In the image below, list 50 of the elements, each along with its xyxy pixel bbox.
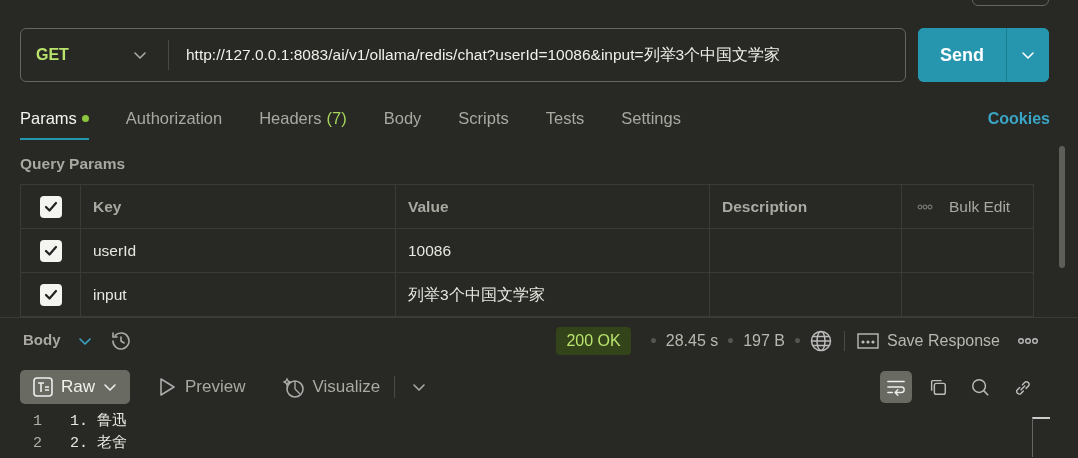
- tab[interactable]: Scripts: [458, 105, 509, 141]
- tab[interactable]: Tests: [545, 105, 585, 141]
- param-key: userId: [93, 241, 137, 259]
- tab[interactable]: Authorization: [125, 105, 223, 141]
- check-icon: [44, 288, 58, 301]
- status-badge: 200 OK: [556, 326, 631, 355]
- caret-icon: [132, 49, 148, 61]
- sparkle-chart-icon: [283, 376, 306, 398]
- url-text: http://127.0.0.1:8083/ai/v1/ollama/redis/chat?userId=10086&input=列举3个中国文学家: [185, 45, 781, 66]
- column-header: Key: [93, 197, 122, 215]
- text-icon: [32, 376, 54, 398]
- checkbox[interactable]: [40, 239, 62, 262]
- save-response-button[interactable]: Save Response: [857, 328, 1000, 353]
- checkbox[interactable]: [40, 195, 62, 218]
- tab[interactable]: Headers (7): [259, 105, 347, 141]
- cookies-link[interactable]: Cookies: [987, 107, 1050, 139]
- checkbox[interactable]: [40, 283, 62, 306]
- example-icon: [857, 331, 880, 350]
- line-number: 1: [32, 411, 43, 432]
- caret-icon: [411, 381, 428, 393]
- method-dropdown[interactable]: GET: [21, 40, 169, 70]
- check-icon: [44, 200, 58, 213]
- tab[interactable]: Body: [383, 105, 422, 141]
- more-icon: [917, 203, 933, 210]
- view-tab[interactable]: Preview: [144, 370, 258, 404]
- caret-icon: [102, 381, 118, 393]
- param-value: 10086: [408, 241, 452, 259]
- caret-icon: [1020, 49, 1036, 61]
- scrollbar[interactable]: [1059, 146, 1065, 268]
- response-size: 197 B: [743, 330, 786, 351]
- view-tab[interactable]: Raw: [20, 370, 130, 404]
- code-line: 2. 老舍: [70, 433, 127, 454]
- scrollbar[interactable]: [1032, 417, 1050, 457]
- check-icon: [44, 244, 58, 257]
- body-dropdown[interactable]: Body: [23, 329, 93, 352]
- view-tab[interactable]: Visualize: [271, 370, 393, 404]
- wrap-lines-button[interactable]: [880, 371, 912, 403]
- code-line: 1. 鲁迅: [70, 411, 127, 432]
- tab[interactable]: Params: [20, 105, 89, 141]
- globe-icon[interactable]: [810, 329, 833, 352]
- param-key: input: [93, 285, 127, 303]
- more-icon[interactable]: [1018, 336, 1038, 345]
- param-value: 列举3个中国文学家: [408, 285, 545, 303]
- line-number: 2: [32, 433, 43, 454]
- column-header: Value: [408, 197, 449, 215]
- section-title: Query Params: [20, 155, 126, 172]
- column-header: Description: [722, 197, 808, 215]
- search-icon[interactable]: [970, 376, 990, 398]
- response-time: 28.45 s: [665, 330, 719, 351]
- tab[interactable]: Settings: [621, 105, 681, 141]
